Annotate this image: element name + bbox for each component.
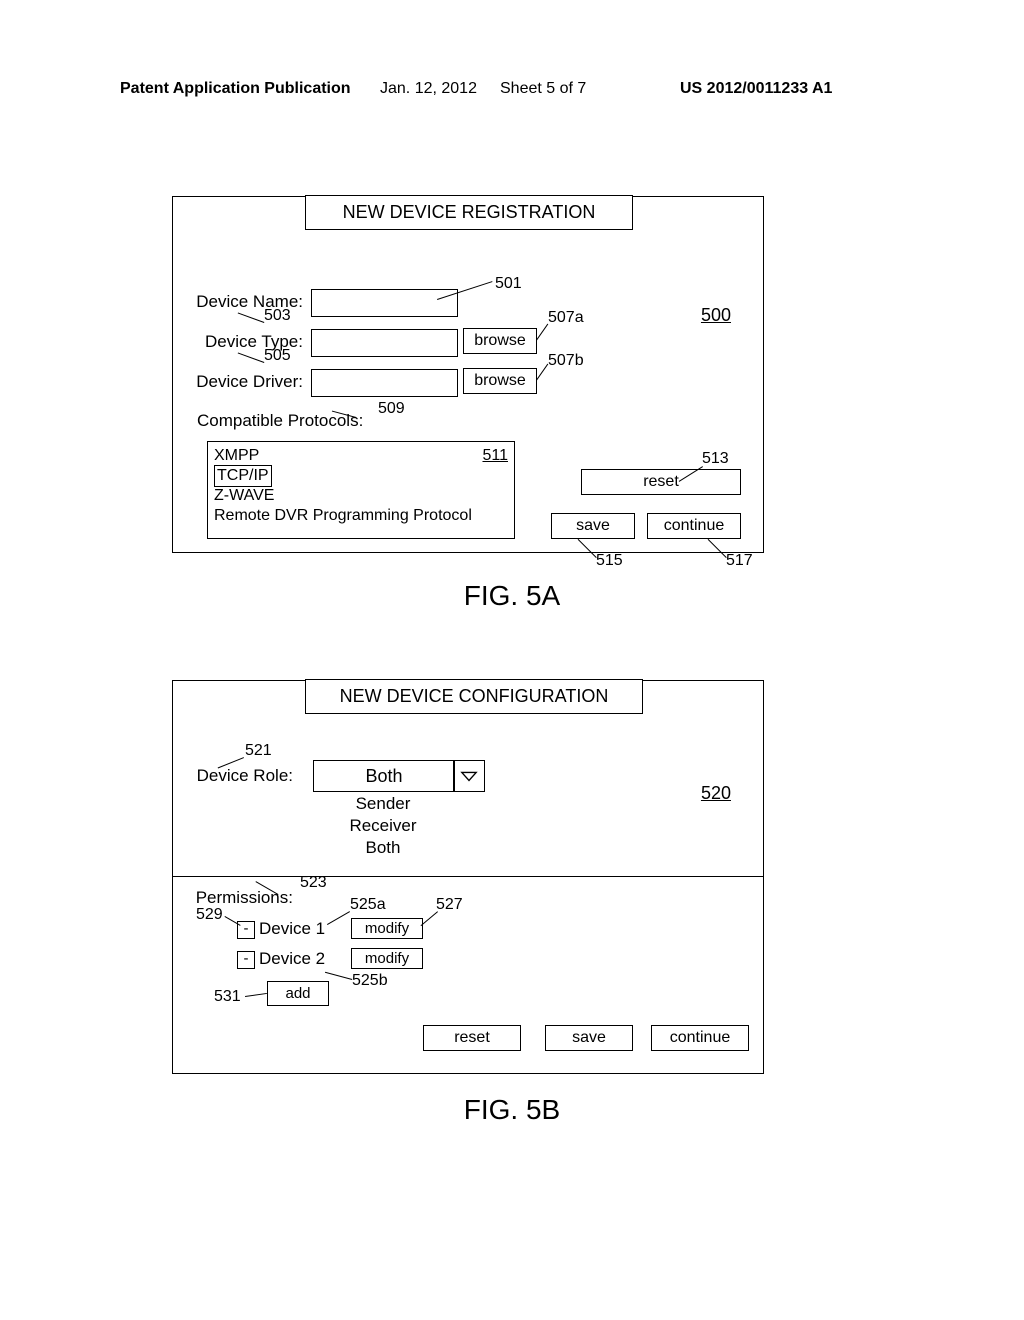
role-options-list: Sender Receiver Both xyxy=(315,793,451,859)
figure-caption: FIG. 5B xyxy=(0,1094,1024,1126)
role-option[interactable]: Receiver xyxy=(315,815,451,837)
protocols-listbox[interactable]: 511 XMPP TCP/IP Z-WAVE Remote DVR Progra… xyxy=(207,441,515,539)
device-name-input[interactable] xyxy=(311,289,458,317)
sheet-num: Sheet 5 of 7 xyxy=(500,80,586,98)
callout-507b: 507b xyxy=(548,352,584,370)
divider xyxy=(173,876,763,877)
device1-label: Device 1 xyxy=(259,919,339,939)
role-option[interactable]: Sender xyxy=(315,793,451,815)
device-driver-label: Device Driver: xyxy=(181,372,303,392)
device-driver-input[interactable] xyxy=(311,369,458,397)
compat-protocols-label: Compatible Protocols: xyxy=(197,411,377,431)
callout-531: 531 xyxy=(214,988,241,1006)
callout-525b: 525b xyxy=(352,972,388,990)
callout-507a: 507a xyxy=(548,309,584,327)
callout-503: 503 xyxy=(264,307,291,325)
role-option[interactable]: Both xyxy=(315,837,451,859)
fig5a-panel: NEW DEVICE REGISTRATION 500 Device Name:… xyxy=(172,196,764,553)
fig5b-panel: NEW DEVICE CONFIGURATION 520 Device Role… xyxy=(172,680,764,1074)
reset-button[interactable]: reset xyxy=(423,1025,521,1051)
figure-number: 500 xyxy=(701,305,731,326)
protocol-item[interactable]: Remote DVR Programming Protocol xyxy=(214,506,508,526)
reset-button[interactable]: reset xyxy=(581,469,741,495)
panel-title: NEW DEVICE CONFIGURATION xyxy=(305,679,643,714)
dropdown-arrow-icon[interactable] xyxy=(453,760,485,792)
callout-509: 509 xyxy=(378,400,405,418)
device-type-input[interactable] xyxy=(311,329,458,357)
add-device-button[interactable]: add xyxy=(267,981,329,1006)
figure-caption: FIG. 5A xyxy=(0,580,1024,612)
callout-517: 517 xyxy=(726,552,753,570)
figure-number: 520 xyxy=(701,783,731,804)
panel-title: NEW DEVICE REGISTRATION xyxy=(305,195,633,230)
browse-type-button[interactable]: browse xyxy=(463,328,537,354)
remove-device-button[interactable]: - xyxy=(237,951,255,969)
protocol-item-selected[interactable]: TCP/IP xyxy=(214,465,272,487)
browse-driver-button[interactable]: browse xyxy=(463,368,537,394)
protocols-ref: 511 xyxy=(482,446,508,466)
continue-button[interactable]: continue xyxy=(651,1025,749,1051)
callout-527: 527 xyxy=(436,896,463,914)
save-button[interactable]: save xyxy=(545,1025,633,1051)
device2-label: Device 2 xyxy=(259,949,339,969)
callout-505: 505 xyxy=(264,347,291,365)
pub-type: Patent Application Publication xyxy=(120,80,351,98)
modify-device1-button[interactable]: modify xyxy=(351,918,423,939)
callout-529: 529 xyxy=(196,906,223,924)
callout-515: 515 xyxy=(596,552,623,570)
device-role-select[interactable]: Both xyxy=(313,760,455,792)
callout-513: 513 xyxy=(702,450,729,468)
callout-521: 521 xyxy=(245,742,272,760)
protocol-item[interactable]: Z-WAVE xyxy=(214,486,508,506)
permissions-label: Permissions: xyxy=(173,888,293,908)
device-role-label: Device Role: xyxy=(173,766,293,786)
save-button[interactable]: save xyxy=(551,513,635,539)
pub-number: US 2012/0011233 A1 xyxy=(680,80,832,98)
callout-501: 501 xyxy=(495,275,522,293)
modify-device2-button[interactable]: modify xyxy=(351,948,423,969)
continue-button[interactable]: continue xyxy=(647,513,741,539)
pub-date: Jan. 12, 2012 xyxy=(380,80,477,98)
callout-523: 523 xyxy=(300,874,327,892)
protocol-item[interactable]: XMPP xyxy=(214,446,508,466)
callout-525a: 525a xyxy=(350,896,386,914)
